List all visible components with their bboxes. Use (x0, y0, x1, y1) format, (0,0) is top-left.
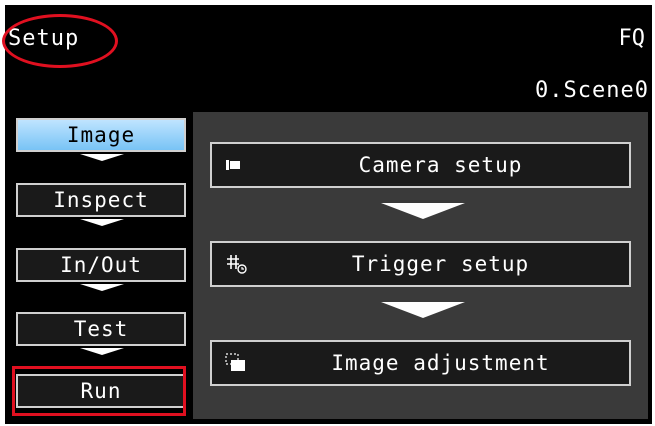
menu-arrow-icon (381, 203, 465, 219)
trigger-setup-label: Trigger setup (351, 252, 530, 276)
screen: Setup FQ 0.Scene0 Image Inspect In/Out T… (0, 0, 655, 426)
flow-step-inspect[interactable]: Inspect (16, 183, 186, 217)
flow-arrow-icon (80, 284, 124, 291)
camera-setup-label: Camera setup (358, 153, 523, 177)
flow-step-image[interactable]: Image (16, 118, 186, 152)
setup-menu-panel: Camera setup Trigger setup Image adjustm… (193, 112, 648, 419)
flow-step-test[interactable]: Test (16, 312, 186, 346)
flow-arrow-icon (80, 219, 124, 226)
run-highlight-box (12, 366, 186, 416)
menu-arrow-icon (381, 302, 465, 318)
title-highlight-circle (2, 14, 118, 68)
image-adjustment-button[interactable]: Image adjustment (210, 340, 631, 386)
flow-step-in-out[interactable]: In/Out (16, 248, 186, 282)
flow-arrow-icon (80, 348, 124, 355)
model-label: FQ (618, 26, 646, 51)
flow-arrow-icon (80, 154, 124, 161)
camera-setup-button[interactable]: Camera setup (210, 142, 631, 188)
trigger-setup-button[interactable]: Trigger setup (210, 241, 631, 287)
scene-label[interactable]: 0.Scene0 (535, 78, 649, 103)
image-adjustment-label: Image adjustment (331, 351, 550, 375)
